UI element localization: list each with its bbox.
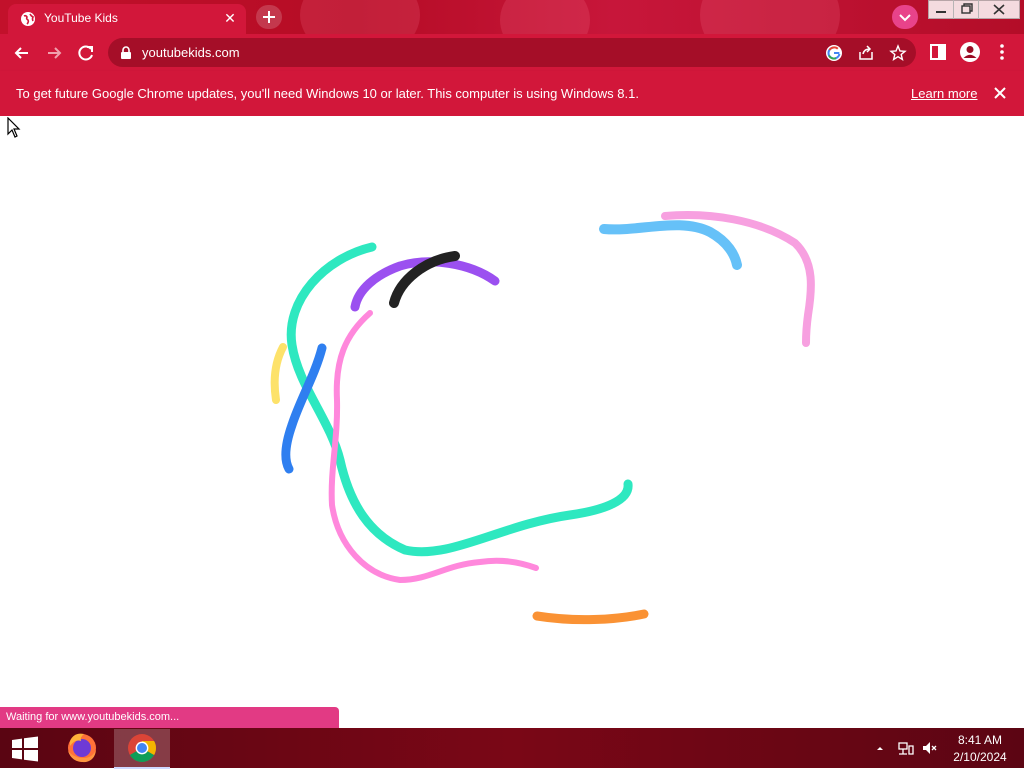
side-panel-icon[interactable] — [928, 42, 948, 62]
minimize-button[interactable] — [928, 0, 954, 19]
page-content[interactable] — [0, 116, 1024, 728]
clock-time[interactable]: 8:41 AM — [944, 733, 1016, 747]
tab-close-button[interactable]: ✕ — [220, 8, 240, 28]
windows-start-icon[interactable] — [11, 736, 39, 762]
globe-icon — [21, 12, 35, 26]
reload-button[interactable] — [72, 39, 100, 67]
taskbar-firefox[interactable] — [54, 729, 110, 767]
loading-status-bubble: Waiting for www.youtubekids.com... — [0, 707, 339, 728]
chrome-icon — [128, 734, 156, 762]
stroke-lightblue — [599, 220, 742, 270]
reload-icon — [78, 45, 93, 61]
theme-decoration — [500, 0, 590, 34]
forward-arrow-icon — [48, 47, 62, 59]
browser-titlebar: YouTube Kids ✕ — [0, 0, 1024, 34]
loading-brush-strokes — [270, 211, 815, 625]
stroke-lightpink — [661, 211, 815, 347]
taskbar-chrome[interactable] — [114, 729, 170, 769]
chevron-down-icon — [899, 14, 911, 22]
plus-icon — [263, 11, 275, 23]
minimize-icon — [936, 11, 946, 13]
close-window-button[interactable] — [978, 0, 1020, 19]
tab-youtube-kids[interactable]: YouTube Kids ✕ — [8, 4, 246, 34]
tab-title: YouTube Kids — [44, 11, 118, 25]
stroke-teal — [286, 242, 633, 557]
close-icon[interactable] — [990, 83, 1010, 103]
lock-icon[interactable] — [120, 46, 132, 59]
new-tab-button[interactable] — [256, 5, 282, 29]
restore-icon — [961, 3, 973, 14]
network-icon[interactable] — [898, 740, 914, 756]
browser-toolbar: youtubekids.com — [0, 34, 1024, 71]
clock-date[interactable]: 2/10/2024 — [944, 750, 1016, 764]
theme-decoration — [300, 0, 420, 34]
tab-search-button[interactable] — [892, 5, 918, 29]
restore-button[interactable] — [953, 0, 979, 19]
stroke-yellow — [270, 343, 287, 404]
stroke-pink — [328, 310, 539, 584]
infobar-message: To get future Google Chrome updates, you… — [16, 86, 639, 101]
close-icon — [993, 4, 1005, 15]
mouse-cursor-icon — [7, 117, 21, 138]
profile-icon[interactable] — [959, 41, 981, 63]
address-bar[interactable]: youtubekids.com — [108, 38, 916, 67]
back-arrow-icon — [14, 47, 28, 59]
learn-more-link[interactable]: Learn more — [911, 86, 977, 101]
star-icon[interactable] — [889, 44, 907, 62]
share-icon[interactable] — [857, 44, 875, 62]
url-text[interactable]: youtubekids.com — [142, 45, 240, 60]
google-icon[interactable] — [825, 44, 843, 62]
status-text: Waiting for www.youtubekids.com... — [6, 711, 180, 723]
firefox-icon — [68, 733, 96, 763]
back-button[interactable] — [8, 39, 36, 67]
volume-muted-icon[interactable] — [921, 740, 937, 756]
menu-icon[interactable] — [993, 42, 1011, 62]
stroke-orange — [532, 609, 649, 625]
windows-taskbar: 8:41 AM 2/10/2024 — [0, 728, 1024, 769]
theme-decoration — [700, 0, 840, 34]
forward-button[interactable] — [40, 39, 68, 67]
chevron-up-icon[interactable] — [873, 740, 887, 756]
update-infobar: To get future Google Chrome updates, you… — [0, 71, 1024, 116]
